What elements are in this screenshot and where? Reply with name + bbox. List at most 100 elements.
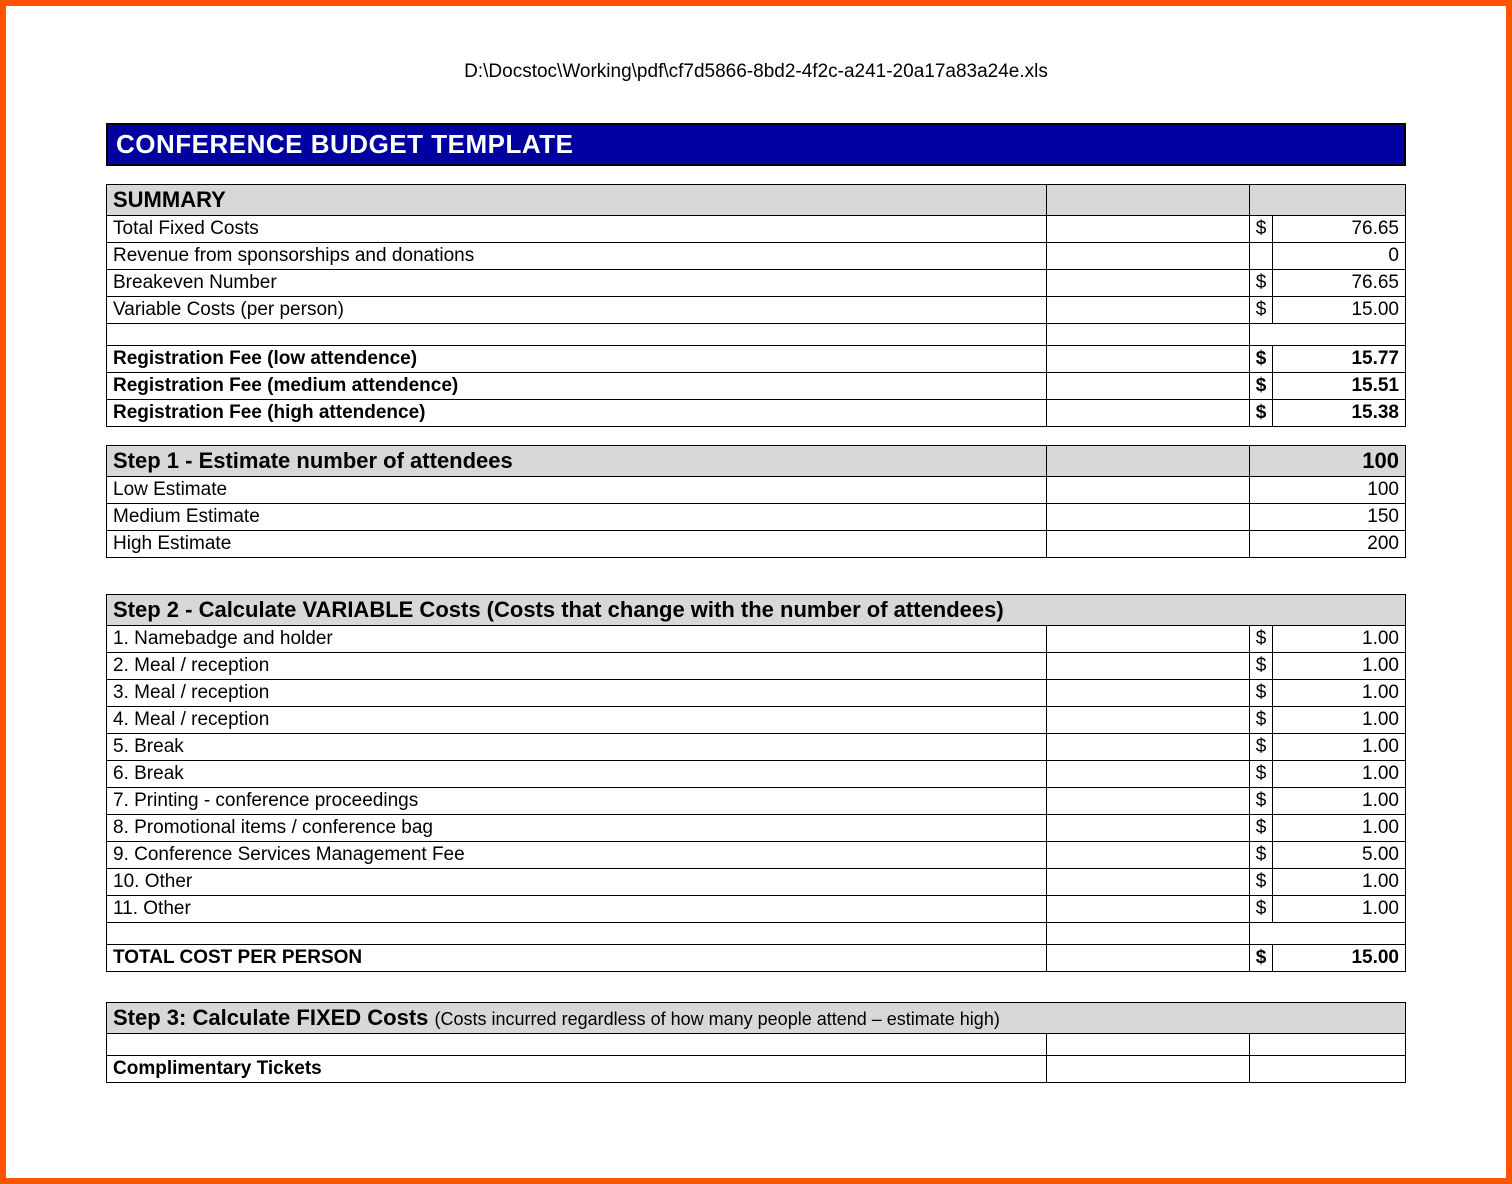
- currency-symbol: $: [1249, 945, 1272, 972]
- row-value: 76.65: [1272, 270, 1405, 297]
- step3-block: Step 3: Calculate FIXED Costs (Costs inc…: [106, 1002, 1406, 1083]
- table-row: 6. Break $1.00: [107, 761, 1406, 788]
- step2-block: Step 2 - Calculate VARIABLE Costs (Costs…: [106, 594, 1406, 972]
- step1-table: Step 1 - Estimate number of attendees 10…: [106, 445, 1406, 558]
- table-row: Low Estimate 100: [107, 477, 1406, 504]
- row-label: 5. Break: [107, 734, 1047, 761]
- row-value: 1.00: [1272, 788, 1405, 815]
- step3-header-main: Step 3: Calculate FIXED Costs: [113, 1005, 435, 1030]
- file-path: D:\Docstoc\Working\pdf\cf7d5866-8bd2-4f2…: [106, 61, 1406, 83]
- row-value: 1.00: [1272, 626, 1405, 653]
- row-label: 10. Other: [107, 869, 1047, 896]
- currency-symbol: [1249, 243, 1272, 270]
- table-row: Registration Fee (high attendence) $ 15.…: [107, 400, 1406, 427]
- table-row: 10. Other$1.00: [107, 869, 1406, 896]
- table-row: 5. Break $1.00: [107, 734, 1406, 761]
- summary-header-row: SUMMARY: [107, 185, 1406, 216]
- table-row: Complimentary Tickets: [107, 1056, 1406, 1083]
- row-label: Registration Fee (high attendence): [107, 400, 1047, 427]
- row-label: Breakeven Number: [107, 270, 1047, 297]
- row-value: 15.51: [1272, 373, 1405, 400]
- spacer-row: [107, 324, 1406, 346]
- row-value: 76.65: [1272, 216, 1405, 243]
- table-row: Total Fixed Costs $ 76.65: [107, 216, 1406, 243]
- row-label: Total Fixed Costs: [107, 216, 1047, 243]
- currency-symbol: $: [1249, 707, 1272, 734]
- row-value: 15.38: [1272, 400, 1405, 427]
- currency-symbol: $: [1249, 869, 1272, 896]
- table-row: 9. Conference Services Management Fee$5.…: [107, 842, 1406, 869]
- row-value: 200: [1249, 531, 1405, 558]
- row-label: 6. Break: [107, 761, 1047, 788]
- currency-symbol: $: [1249, 373, 1272, 400]
- currency-symbol: $: [1249, 653, 1272, 680]
- row-value: 1.00: [1272, 734, 1405, 761]
- total-label: TOTAL COST PER PERSON: [107, 945, 1047, 972]
- step1-header-row: Step 1 - Estimate number of attendees 10…: [107, 446, 1406, 477]
- step3-header-row: Step 3: Calculate FIXED Costs (Costs inc…: [107, 1003, 1406, 1034]
- row-value: 0: [1272, 243, 1405, 270]
- summary-table: SUMMARY Total Fixed Costs $ 76.65 Revenu…: [106, 184, 1406, 427]
- table-row: 1. Namebadge and holder$1.00: [107, 626, 1406, 653]
- row-label: Medium Estimate: [107, 504, 1047, 531]
- row-value: 1.00: [1272, 815, 1405, 842]
- row-label: Registration Fee (low attendence): [107, 346, 1047, 373]
- currency-symbol: $: [1249, 680, 1272, 707]
- row-label: Low Estimate: [107, 477, 1047, 504]
- row-label: Complimentary Tickets: [107, 1056, 1047, 1083]
- table-row: Registration Fee (medium attendence) $ 1…: [107, 373, 1406, 400]
- row-label: High Estimate: [107, 531, 1047, 558]
- document-frame: D:\Docstoc\Working\pdf\cf7d5866-8bd2-4f2…: [0, 0, 1512, 1184]
- table-row: Registration Fee (low attendence) $ 15.7…: [107, 346, 1406, 373]
- step2-table: Step 2 - Calculate VARIABLE Costs (Costs…: [106, 594, 1406, 972]
- row-value: 1.00: [1272, 653, 1405, 680]
- spacer-row: [107, 1034, 1406, 1056]
- currency-symbol: $: [1249, 270, 1272, 297]
- row-label: Revenue from sponsorships and donations: [107, 243, 1047, 270]
- currency-symbol: $: [1249, 734, 1272, 761]
- spacer-row: [107, 923, 1406, 945]
- total-value: 15.00: [1272, 945, 1405, 972]
- row-label: 7. Printing - conference proceedings: [107, 788, 1047, 815]
- step3-table: Step 3: Calculate FIXED Costs (Costs inc…: [106, 1002, 1406, 1083]
- currency-symbol: $: [1249, 896, 1272, 923]
- currency-symbol: $: [1249, 346, 1272, 373]
- currency-symbol: $: [1249, 400, 1272, 427]
- row-value: 1.00: [1272, 680, 1405, 707]
- row-label: Variable Costs (per person): [107, 297, 1047, 324]
- row-label: 11. Other: [107, 896, 1047, 923]
- currency-symbol: $: [1249, 216, 1272, 243]
- table-row: Revenue from sponsorships and donations …: [107, 243, 1406, 270]
- row-value: 1.00: [1272, 761, 1405, 788]
- currency-symbol: $: [1249, 788, 1272, 815]
- row-value: 150: [1249, 504, 1405, 531]
- table-row: Variable Costs (per person) $ 15.00: [107, 297, 1406, 324]
- step2-header: Step 2 - Calculate VARIABLE Costs (Costs…: [107, 595, 1406, 626]
- row-label: 8. Promotional items / conference bag: [107, 815, 1047, 842]
- table-row: Medium Estimate 150: [107, 504, 1406, 531]
- row-label: 9. Conference Services Management Fee: [107, 842, 1047, 869]
- table-row: 7. Printing - conference proceedings $1.0…: [107, 788, 1406, 815]
- step1-header-value: 100: [1249, 446, 1405, 477]
- row-value: 100: [1249, 477, 1405, 504]
- table-row: High Estimate 200: [107, 531, 1406, 558]
- summary-header: SUMMARY: [107, 185, 1047, 216]
- table-row: 2. Meal / reception $1.00: [107, 653, 1406, 680]
- total-row: TOTAL COST PER PERSON $ 15.00: [107, 945, 1406, 972]
- step3-header-sub: (Costs incurred regardless of how many p…: [435, 1009, 1000, 1029]
- currency-symbol: $: [1249, 761, 1272, 788]
- currency-symbol: $: [1249, 626, 1272, 653]
- currency-symbol: $: [1249, 842, 1272, 869]
- step1-header: Step 1 - Estimate number of attendees: [107, 446, 1047, 477]
- table-row: 4. Meal / reception$1.00: [107, 707, 1406, 734]
- step1-block: Step 1 - Estimate number of attendees 10…: [106, 445, 1406, 558]
- table-row: 3. Meal / reception$1.00: [107, 680, 1406, 707]
- row-label: Registration Fee (medium attendence): [107, 373, 1047, 400]
- step2-header-row: Step 2 - Calculate VARIABLE Costs (Costs…: [107, 595, 1406, 626]
- row-value: 1.00: [1272, 896, 1405, 923]
- step3-header: Step 3: Calculate FIXED Costs (Costs inc…: [107, 1003, 1406, 1034]
- document-title: CONFERENCE BUDGET TEMPLATE: [106, 123, 1406, 166]
- row-label: 2. Meal / reception: [107, 653, 1047, 680]
- table-row: 11. Other $1.00: [107, 896, 1406, 923]
- table-row: 8. Promotional items / conference bag$1.…: [107, 815, 1406, 842]
